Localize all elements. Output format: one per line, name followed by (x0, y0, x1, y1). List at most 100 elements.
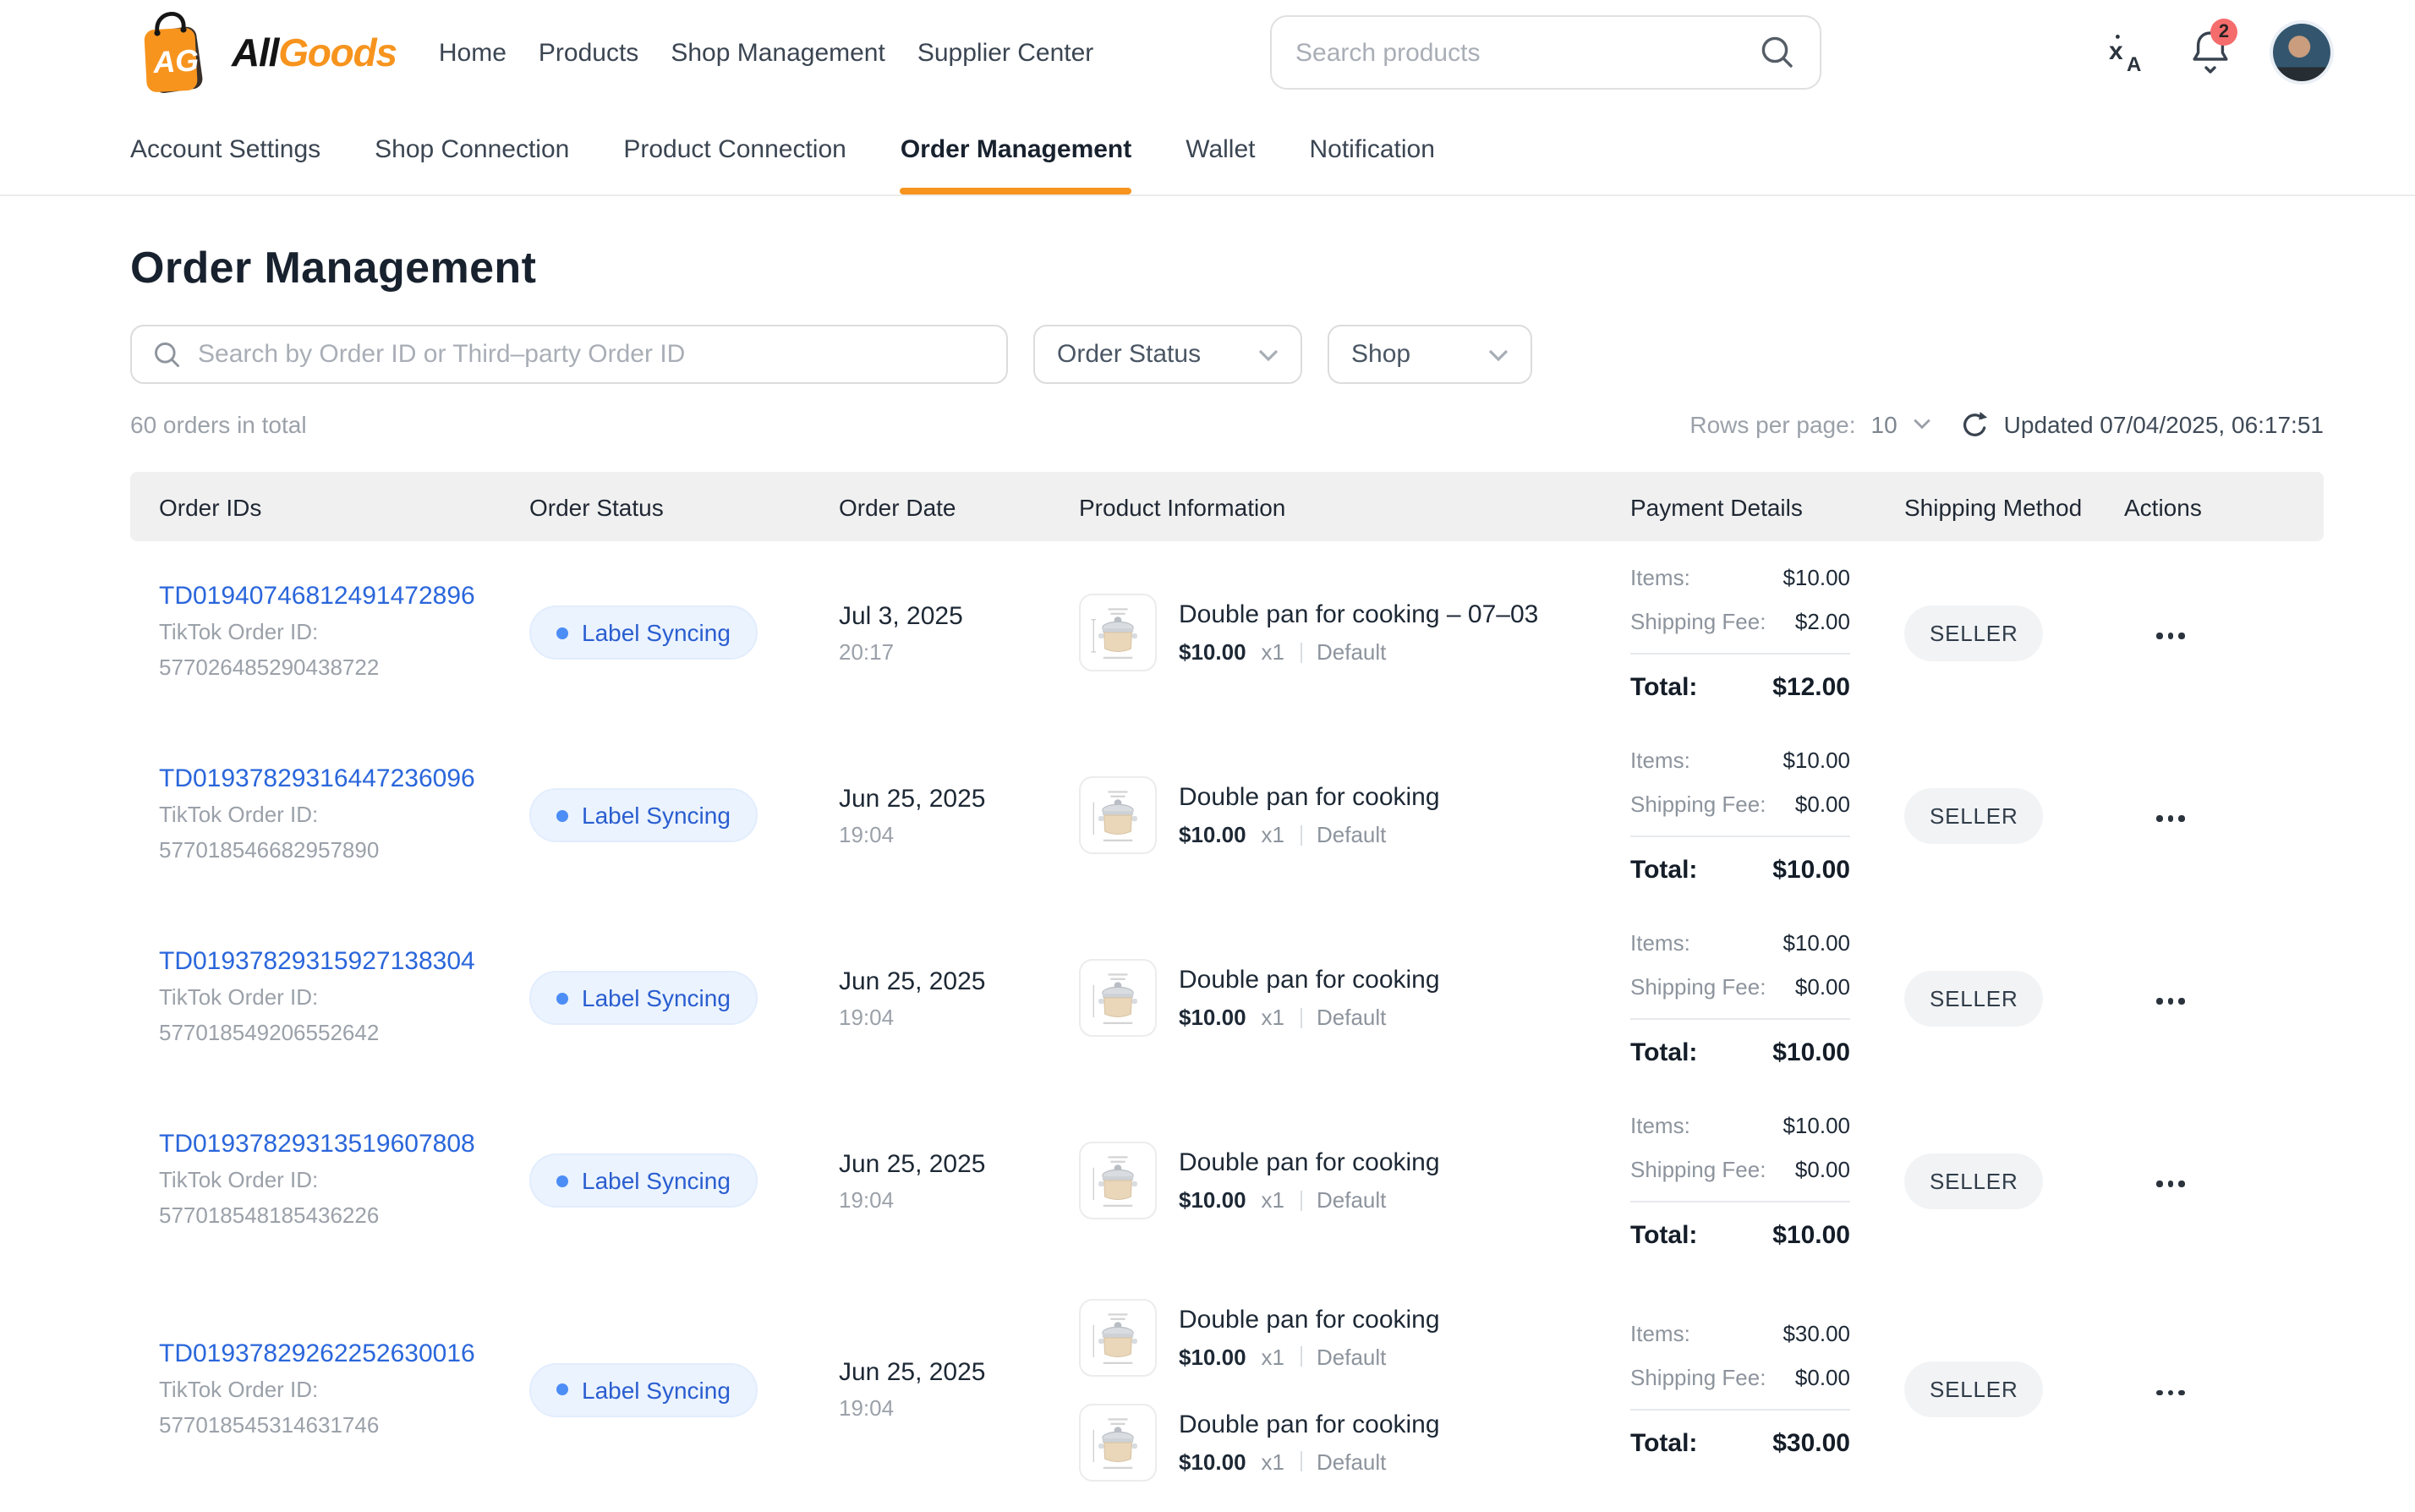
orders-table: Order IDs Order Status Order Date Produc… (130, 472, 2324, 1507)
main-content: Order Management Order Status Shop (0, 242, 2415, 1507)
translate-icon[interactable]: x A (2107, 30, 2148, 74)
order-time: 19:04 (839, 1004, 1079, 1029)
row-actions-button[interactable] (2153, 622, 2188, 649)
search-icon (152, 339, 183, 370)
product-item: Double pan for cooking $10.00 x1 Default (1079, 776, 1630, 854)
filter-row: Order Status Shop (130, 325, 2324, 384)
product-item: Double pan for cooking $10.00 x1 Default (1079, 959, 1630, 1037)
tiktok-order-id-label: TikTok Order ID: (159, 802, 529, 830)
order-id-link[interactable]: TD01940746812491472896 (159, 582, 475, 611)
product-price: $10.00 (1179, 822, 1246, 847)
header-icons: x A 2 (2107, 0, 2330, 105)
product-image (1079, 1142, 1157, 1219)
divider (1630, 835, 1850, 836)
tab-order-management[interactable]: Order Management (901, 105, 1131, 194)
divider (1630, 652, 1850, 654)
shipping-fee-value: $2.00 (1795, 608, 1850, 633)
nav-shop-management[interactable]: Shop Management (671, 38, 885, 67)
search-icon[interactable] (1759, 34, 1796, 71)
order-id-link[interactable]: TD01937829313519607808 (159, 1130, 475, 1159)
shipping-method-badge[interactable]: SELLER (1904, 1361, 2044, 1417)
product-variant: Default (1317, 639, 1386, 665)
order-id-link[interactable]: TD01937829316447236096 (159, 764, 475, 793)
status-dot (556, 1175, 568, 1186)
order-search (130, 325, 1008, 384)
product-name: Double pan for cooking (1179, 1305, 1440, 1334)
order-id-link[interactable]: TD01937829315927138304 (159, 947, 475, 976)
tiktok-order-id: 577018549206552642 (159, 1020, 529, 1049)
page-title: Order Management (130, 242, 2324, 294)
row-actions-button[interactable] (2153, 1170, 2188, 1197)
rows-per-page-select[interactable]: 10 (1871, 410, 1898, 437)
tab-wallet[interactable]: Wallet (1186, 105, 1255, 194)
notification-badge: 2 (2210, 19, 2237, 46)
brand-logo[interactable]: AG AllGoods (132, 7, 397, 98)
total-value: $30.00 (1772, 1429, 1850, 1458)
col-product-information: Product Information (1079, 493, 1630, 520)
nav-products[interactable]: Products (539, 38, 638, 67)
order-time: 19:04 (839, 821, 1079, 846)
product-image (1079, 1403, 1157, 1481)
order-date: Jun 25, 2025 (839, 1358, 1079, 1387)
main-nav: Home Products Shop Management Supplier C… (439, 38, 1093, 67)
notification-bell[interactable]: 2 (2188, 27, 2232, 78)
total-label: Total: (1630, 1220, 1697, 1249)
row-actions-button[interactable] (2153, 805, 2188, 831)
status-dot (556, 627, 568, 638)
tiktok-order-id-label: TikTok Order ID: (159, 1167, 529, 1196)
shopping-bag-icon: AG (132, 7, 216, 98)
chevron-down-icon (1258, 348, 1279, 361)
nav-supplier-center[interactable]: Supplier Center (917, 38, 1093, 67)
order-id-link[interactable]: TD01937829262252630016 (159, 1339, 475, 1367)
table-header: Order IDs Order Status Order Date Produc… (130, 472, 2324, 541)
shipping-method-badge[interactable]: SELLER (1904, 605, 2044, 660)
product-qty: x1 (1262, 639, 1284, 665)
tab-product-connection[interactable]: Product Connection (623, 105, 846, 194)
chevron-down-icon[interactable] (1913, 418, 1931, 430)
product-variant: Default (1317, 1449, 1386, 1474)
orders-total: 60 orders in total (130, 410, 307, 437)
product-name: Double pan for cooking (1179, 783, 1440, 812)
status-dot (556, 809, 568, 821)
status-badge: Label Syncing (529, 605, 758, 660)
shipping-method-badge[interactable]: SELLER (1904, 1153, 2044, 1208)
tab-account-settings[interactable]: Account Settings (130, 105, 320, 194)
order-status-select[interactable]: Order Status (1033, 325, 1302, 384)
shipping-fee-value: $0.00 (1795, 1365, 1850, 1390)
shipping-fee-label: Shipping Fee: (1630, 608, 1766, 633)
product-name: Double pan for cooking (1179, 966, 1440, 994)
product-variant: Default (1317, 1344, 1386, 1369)
total-label: Total: (1630, 855, 1697, 884)
shop-select[interactable]: Shop (1328, 325, 1532, 384)
product-qty: x1 (1262, 1344, 1284, 1369)
order-status-label: Order Status (1057, 340, 1201, 369)
table-row: TD01937829316447236096 TikTok Order ID: … (130, 724, 2324, 907)
nav-home[interactable]: Home (439, 38, 507, 67)
product-price: $10.00 (1179, 1187, 1246, 1213)
order-search-input[interactable] (198, 340, 986, 369)
shipping-fee-label: Shipping Fee: (1630, 1156, 1766, 1181)
tiktok-order-id: 577018545314631746 (159, 1411, 529, 1440)
tab-shop-connection[interactable]: Shop Connection (375, 105, 569, 194)
shipping-fee-value: $0.00 (1795, 791, 1850, 816)
items-label: Items: (1630, 747, 1690, 772)
row-actions-button[interactable] (2153, 988, 2188, 1014)
tab-notification[interactable]: Notification (1310, 105, 1435, 194)
refresh-icon[interactable] (1957, 408, 1989, 440)
col-payment-details: Payment Details (1630, 493, 1904, 520)
tiktok-order-id: 577026485290438722 (159, 655, 529, 683)
order-management-page: AG AllGoods Home Products Shop Managemen… (0, 0, 2415, 1512)
product-name: Double pan for cooking (1179, 1148, 1440, 1177)
shipping-method-badge[interactable]: SELLER (1904, 787, 2044, 843)
tiktok-order-id-label: TikTok Order ID: (159, 984, 529, 1013)
total-value: $12.00 (1772, 672, 1850, 701)
header-search-input[interactable] (1295, 38, 1742, 67)
product-item: Double pan for cooking $10.00 x1 Default (1079, 1298, 1630, 1376)
total-label: Total: (1630, 1429, 1697, 1458)
tiktok-order-id: 577018546682957890 (159, 837, 529, 866)
avatar[interactable] (2273, 24, 2330, 81)
shipping-method-badge[interactable]: SELLER (1904, 970, 2044, 1026)
product-name: Double pan for cooking – 07–03 (1179, 600, 1538, 629)
status-badge: Label Syncing (529, 1362, 758, 1416)
row-actions-button[interactable] (2153, 1379, 2188, 1405)
